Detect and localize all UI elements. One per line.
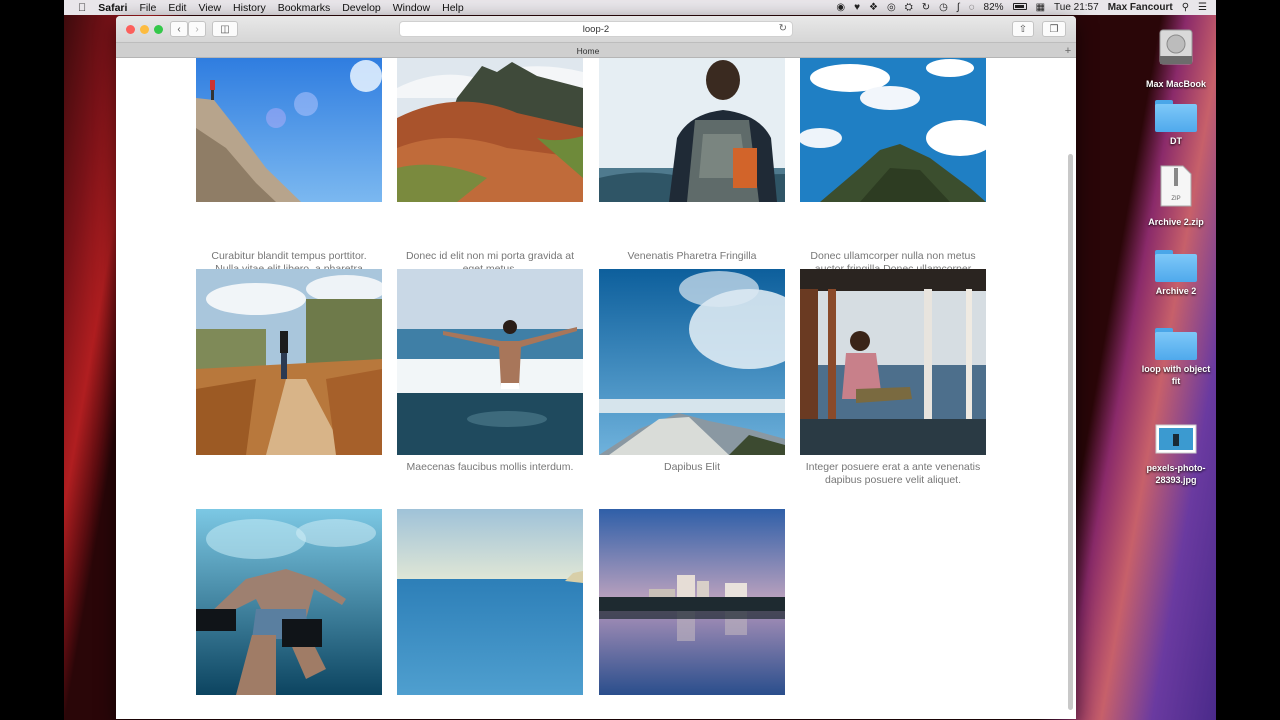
folder-icon (1155, 100, 1197, 132)
desktop-icon-label: DT (1170, 136, 1182, 146)
desktop-icon-label: loop with object fit (1141, 364, 1211, 386)
tabs-icon: ❐ (1049, 23, 1059, 35)
photo-mountain-trail (397, 58, 583, 244)
desktop-icon-label: Archive 2 (1155, 286, 1197, 296)
gallery-caption: Dapibus Elit (663, 461, 721, 473)
desktop-icon-photo[interactable]: pexels-photo-28393.jpg (1138, 424, 1214, 486)
menu-view[interactable]: View (198, 2, 221, 14)
photo-boat-cabin (800, 269, 986, 455)
gallery-item[interactable] (196, 269, 382, 461)
evernote-icon[interactable]: ♥ (854, 2, 860, 13)
menu-help[interactable]: Help (442, 2, 464, 14)
back-button[interactable]: ‹ (170, 21, 188, 37)
photo-summit-clouds (800, 58, 986, 244)
clock[interactable]: Tue 21:57 (1054, 2, 1099, 13)
share-icon: ⇧ (1018, 23, 1028, 35)
gallery-item[interactable]: Maecenas faucibus mollis interdum. (397, 269, 583, 474)
photo-sky-ridge (599, 269, 785, 455)
desktop-icon-label: pexels-photo-28393.jpg (1146, 463, 1206, 485)
reload-icon[interactable]: ↻ (779, 23, 787, 34)
tab-label: Home (576, 45, 600, 56)
toolbar: ‹ › ◫ loop-2 ↻ ⇧ ❐ (116, 16, 1076, 42)
notification-center-icon[interactable]: ☰ (1198, 2, 1207, 13)
apple-menu-icon[interactable]:  (78, 2, 86, 14)
gallery-caption: Integer posuere erat a ante venenatis da… (805, 461, 981, 486)
gallery-item[interactable]: Dapibus Elit (599, 269, 785, 474)
bluetooth-icon[interactable]: ∫ (957, 2, 960, 13)
folder-icon (1155, 328, 1197, 360)
tab-home[interactable]: Home (116, 43, 1060, 58)
svg-text:ZIP: ZIP (1171, 196, 1180, 202)
gallery-item[interactable] (599, 509, 785, 701)
photo-hiker-backpack (599, 58, 785, 244)
desktop-icon-label: Archive 2.zip (1148, 217, 1204, 227)
photo-woman-waves (397, 269, 583, 455)
battery-icon[interactable] (1012, 2, 1027, 13)
stage:  Safari File Edit View History Bookmark… (0, 0, 1280, 720)
photo-dry-grass-path (196, 269, 382, 455)
chevron-left-icon: ‹ (177, 23, 181, 35)
gallery-item[interactable] (196, 509, 382, 701)
gallery-item[interactable]: Donec ullamcorper nulla non metus auctor… (800, 58, 986, 289)
new-tab-button[interactable]: + (1062, 43, 1074, 58)
photo-underwater-swimmer (196, 509, 382, 695)
minimize-window-button[interactable] (140, 25, 149, 34)
desktop-icon-disk[interactable]: Max MacBook (1138, 26, 1214, 90)
tabs-overview-button[interactable]: ❐ (1042, 21, 1066, 37)
hard-drive-icon (1159, 29, 1193, 65)
user-menu[interactable]: Max Fancourt (1108, 2, 1173, 13)
creative-cloud-icon[interactable]: ◎ (887, 2, 896, 13)
status-area: ◉ ♥ ❖ ◎ ⛭ ↻ ◷ ∫ ◌ 82% ▦ Tue 21:57 Max Fa… (836, 0, 1216, 15)
record-icon[interactable]: ◉ (836, 2, 845, 13)
battery-percent[interactable]: 82% (984, 2, 1004, 13)
desktop-icon-archive-folder[interactable]: Archive 2 (1138, 250, 1214, 297)
gallery-item[interactable]: Donec id elit non mi porta gravida at eg… (397, 58, 583, 276)
image-file-icon (1155, 424, 1197, 454)
desktop-icon-dt[interactable]: DT (1138, 100, 1214, 147)
address-bar[interactable]: loop-2 ↻ (399, 21, 793, 37)
menu-history[interactable]: History (233, 2, 266, 14)
photo-city-reflection (599, 509, 785, 695)
desktop-icon-label: Max MacBook (1145, 79, 1207, 89)
sync-icon[interactable]: ↻ (922, 2, 930, 13)
gallery-item[interactable] (397, 509, 583, 701)
dropbox-icon[interactable]: ❖ (869, 2, 878, 13)
photo-climber (196, 58, 382, 244)
share-button[interactable]: ⇧ (1012, 21, 1034, 37)
desktop-icon-loop-folder[interactable]: loop with object fit (1138, 328, 1214, 387)
sidebar-icon: ◫ (220, 23, 230, 35)
gallery-item[interactable]: Venenatis Pharetra Fringilla (599, 58, 785, 263)
photo-calm-sea (397, 509, 583, 695)
zip-file-icon: ZIP (1160, 165, 1192, 207)
gallery-caption: Maecenas faucibus mollis interdum. (406, 461, 574, 473)
gallery-caption: Venenatis Pharetra Fringilla (627, 250, 757, 262)
menu-edit[interactable]: Edit (168, 2, 186, 14)
gallery-item[interactable]: Curabitur blandit tempus porttitor. Null… (196, 58, 382, 289)
input-source-icon[interactable]: ▦ (1036, 2, 1045, 13)
close-window-button[interactable] (126, 25, 135, 34)
menu-window[interactable]: Window (393, 2, 430, 14)
wifi-icon[interactable]: ◌ (969, 2, 975, 13)
gallery-item[interactable]: Integer posuere erat a ante venenatis da… (800, 269, 986, 487)
tab-bar: Home + (116, 42, 1076, 58)
menu-file[interactable]: File (139, 2, 156, 14)
app-menu[interactable]: Safari (98, 2, 127, 14)
time-machine-icon[interactable]: ◷ (939, 2, 948, 13)
forward-button[interactable]: › (188, 21, 206, 37)
spotlight-icon[interactable]: ⚲ (1182, 2, 1189, 13)
menu-develop[interactable]: Develop (342, 2, 381, 14)
shield-icon[interactable]: ⛭ (905, 2, 913, 13)
safari-window: ‹ › ◫ loop-2 ↻ ⇧ ❐ Home + Curabitur blan… (116, 16, 1076, 719)
chevron-right-icon: › (195, 23, 199, 35)
sidebar-button[interactable]: ◫ (212, 21, 238, 37)
menu-bookmarks[interactable]: Bookmarks (278, 2, 331, 14)
menu-bar:  Safari File Edit View History Bookmark… (64, 0, 1216, 15)
desktop-icon-archive-zip[interactable]: ZIP Archive 2.zip (1138, 164, 1214, 228)
page-content: Curabitur blandit tempus porttitor. Null… (116, 58, 1076, 719)
folder-icon (1155, 250, 1197, 282)
desktop-screen:  Safari File Edit View History Bookmark… (64, 0, 1216, 720)
vertical-scrollbar[interactable] (1068, 154, 1073, 710)
address-text: loop-2 (582, 23, 610, 35)
zoom-window-button[interactable] (154, 25, 163, 34)
